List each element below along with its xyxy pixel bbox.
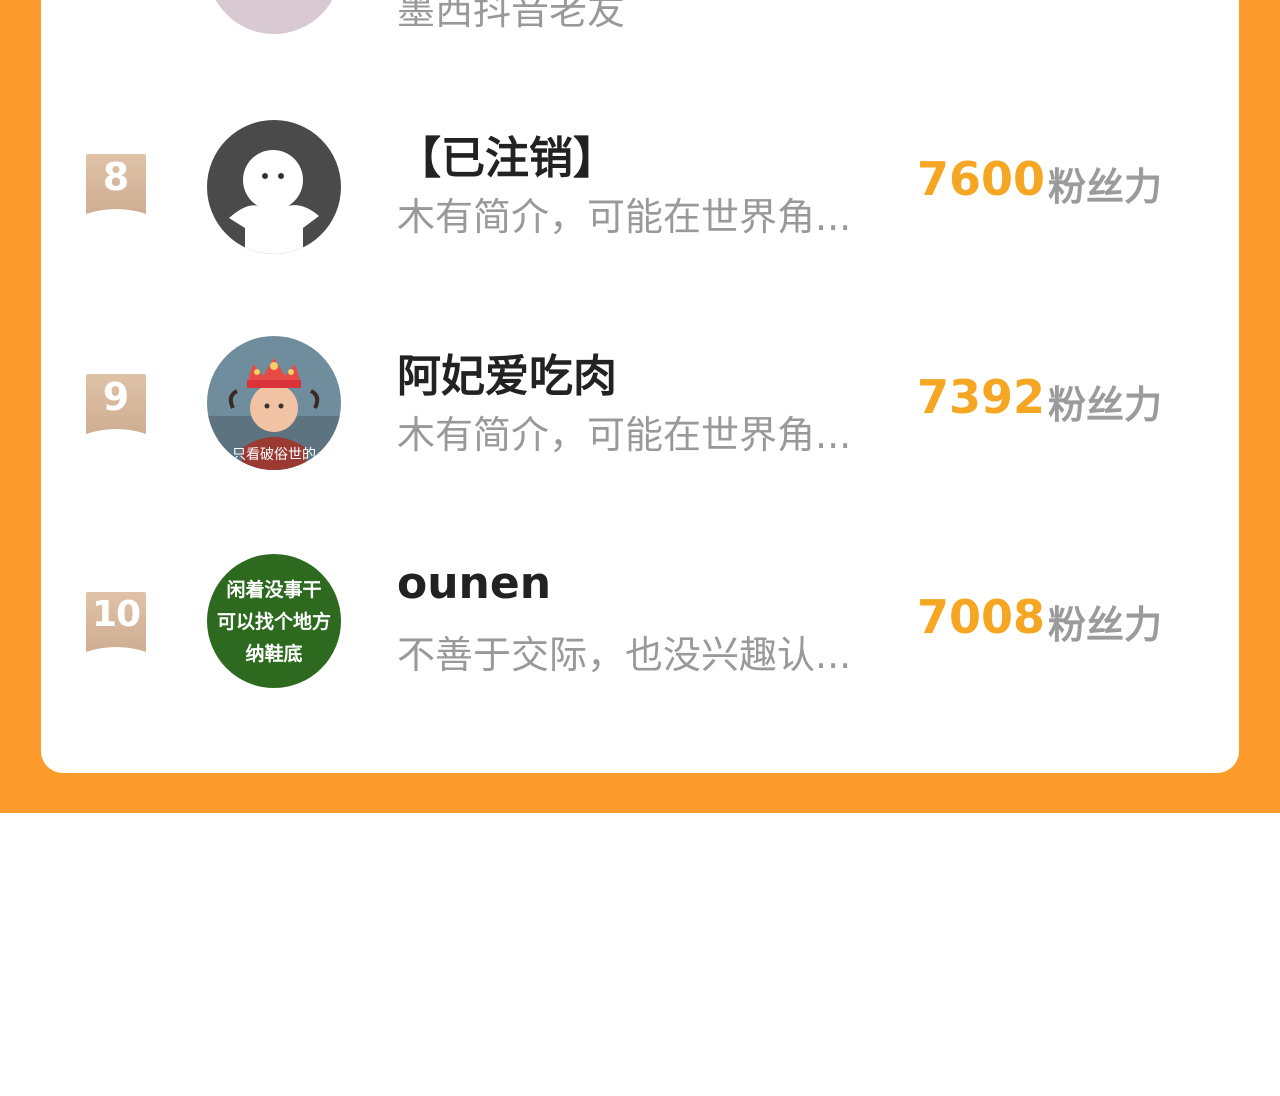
- user-name[interactable]: ounen: [397, 558, 551, 609]
- rank-number: 9: [102, 375, 130, 419]
- avatar[interactable]: 闲着没事干 可以找个地方 纳鞋底: [207, 554, 341, 688]
- avatar: [207, 0, 341, 34]
- rank-number: 10: [91, 594, 141, 635]
- fan-power-score: 7008: [917, 590, 1046, 644]
- rank-badge: 8: [85, 152, 147, 214]
- rank-number: 8: [102, 155, 130, 199]
- avatar-text-line: 纳鞋底: [245, 643, 303, 665]
- fan-power-unit: 粉丝力: [1048, 383, 1163, 427]
- avatar-text-line: 闲着没事干: [226, 579, 322, 601]
- avatar-caption: 只看破俗世的: [232, 447, 316, 463]
- user-bio: 木有简介，可能在世界角...: [397, 195, 852, 239]
- avatar[interactable]: 只看破俗世的: [207, 336, 341, 470]
- list-item[interactable]: 9 只看破俗世的 阿妃爱吃肉 木有简介，可能在世界角... 7392 粉丝力: [41, 330, 1239, 470]
- list-item[interactable]: 墨西抖音老友: [41, 0, 1239, 40]
- avatar[interactable]: [207, 120, 341, 254]
- list-item[interactable]: 10 闲着没事干 可以找个地方 纳鞋底 ounen 不善于交际，也没兴趣认...…: [41, 550, 1239, 690]
- fan-power-unit: 粉丝力: [1048, 165, 1163, 209]
- fan-power-unit: 粉丝力: [1048, 603, 1163, 647]
- user-bio: 不善于交际，也没兴趣认...: [397, 633, 852, 677]
- fan-power-score: 7600: [917, 152, 1046, 206]
- leaderboard-card: 墨西抖音老友 8 【已注销】 木有简介，可能在世界角... 7600 粉丝力 9…: [41, 0, 1239, 773]
- avatar-text-line: 可以找个地方: [216, 611, 331, 633]
- rank-badge: 10: [85, 590, 147, 652]
- fan-power-score: 7392: [917, 370, 1046, 424]
- user-bio: 墨西抖音老友: [397, 0, 626, 33]
- list-item[interactable]: 8 【已注销】 木有简介，可能在世界角... 7600 粉丝力: [41, 112, 1239, 254]
- default-user-avatar-icon: [207, 120, 341, 254]
- user-name[interactable]: 【已注销】: [397, 122, 617, 186]
- rank-badge: 9: [85, 372, 147, 434]
- user-bio: 木有简介，可能在世界角...: [397, 413, 852, 457]
- user-name[interactable]: 阿妃爱吃肉: [397, 340, 617, 404]
